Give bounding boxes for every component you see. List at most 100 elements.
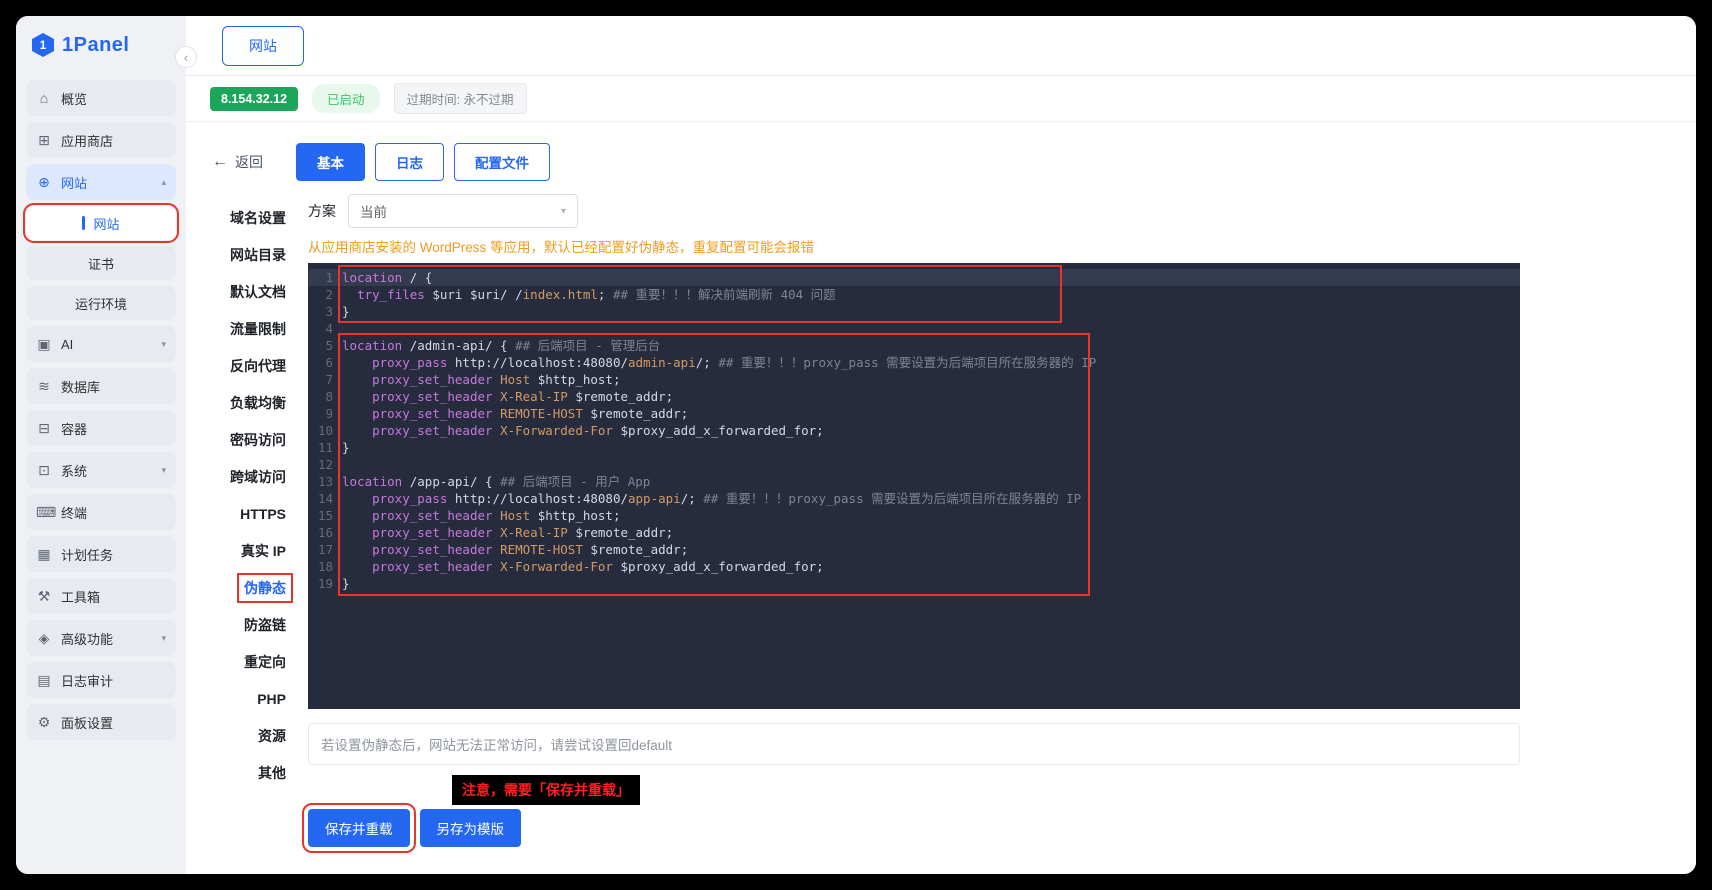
code-text: $remote_addr; xyxy=(568,525,673,540)
line-number: 5 xyxy=(308,337,333,354)
sidebar-item-audit[interactable]: ▤日志审计 xyxy=(26,662,176,698)
view-tab-2[interactable]: 配置文件 xyxy=(454,143,550,181)
code-text: Host xyxy=(500,372,530,387)
line-number: 11 xyxy=(308,439,333,456)
rewrite-hint: 若设置伪静态后，网站无法正常访问，请尝试设置回default xyxy=(308,723,1520,765)
code-line: proxy_set_header X-Real-IP $remote_addr; xyxy=(342,524,1520,541)
code-line: } xyxy=(342,303,1520,320)
sidebar-subitem-website-sub[interactable]: 网站 xyxy=(26,206,176,240)
submenu-item-label: 负载均衡 xyxy=(230,395,286,411)
code-keyword: proxy_set_header xyxy=(372,406,492,421)
main-area: 网站 8.154.32.12 已启动 过期时间: 永不过期 ← 返回 基本日志配… xyxy=(186,16,1696,874)
sidebar-item-label: 工具箱 xyxy=(61,587,166,606)
sidebar-subitem-label: 证书 xyxy=(88,254,114,273)
save-reload-annotation-note: 注意，需要「保存并重载」 xyxy=(452,775,640,805)
submenu-item-label: 网站目录 xyxy=(230,247,286,263)
code-editor[interactable]: 12345678910111213141516171819 location /… xyxy=(308,263,1520,709)
submenu-item-5[interactable]: 负载均衡 xyxy=(212,395,286,411)
code-text: /app-api/ { xyxy=(402,474,500,489)
sidebar-item-app-store[interactable]: ⊞应用商店 xyxy=(26,122,176,158)
code-text: $remote_addr; xyxy=(583,406,688,421)
code-text xyxy=(493,508,501,523)
submenu-item-9[interactable]: 真实 IP xyxy=(212,543,286,559)
submenu-item-3[interactable]: 流量限制 xyxy=(212,321,286,337)
sidebar-item-ai[interactable]: ▣AI▾ xyxy=(26,326,176,362)
code-text xyxy=(342,406,372,421)
code-keyword: proxy_set_header xyxy=(372,542,492,557)
submenu-item-12[interactable]: 重定向 xyxy=(212,654,286,670)
sidebar-item-advanced[interactable]: ◈高级功能▾ xyxy=(26,620,176,656)
code-line: proxy_set_header Host $http_host; xyxy=(342,507,1520,524)
sidebar-subitem-cert[interactable]: 证书 xyxy=(26,246,176,280)
code-text: $remote_addr; xyxy=(568,389,673,404)
code-text xyxy=(342,508,372,523)
code-line: proxy_pass http://localhost:48080/app-ap… xyxy=(342,490,1520,507)
sidebar-item-terminal[interactable]: ⌨终端 xyxy=(26,494,176,530)
code-text: REMOTE-HOST xyxy=(500,406,583,421)
submenu-item-0[interactable]: 域名设置 xyxy=(212,210,286,226)
submenu-item-7[interactable]: 跨域访问 xyxy=(212,469,286,485)
sidebar: 1 1Panel ⌂概览 ⊞应用商店 ⊕网站▴ 网站证书运行环境 ▣AI▾ ≋数据库 ⊟容器… xyxy=(16,16,186,874)
settings-submenu: 域名设置网站目录默认文档流量限制反向代理负载均衡密码访问跨域访问 HTTPS 真实 … xyxy=(212,194,286,855)
code-keyword: location xyxy=(342,338,402,353)
content-header: ← 返回 基本日志配置文件 xyxy=(212,144,1520,180)
database-icon: ≋ xyxy=(36,378,52,395)
submenu-item-11[interactable]: 防盗链 xyxy=(212,617,286,633)
rewrite-panel: 方案 当前 ▾ 从应用商店安装的 WordPress 等应用，默认已经配置好伪静… xyxy=(308,194,1520,855)
view-tabs: 基本日志配置文件 xyxy=(296,143,550,181)
code-text xyxy=(493,423,501,438)
sidebar-item-cron[interactable]: ▦计划任务 xyxy=(26,536,176,572)
chevron-down-icon: ▾ xyxy=(161,633,166,644)
scheme-select[interactable]: 当前 ▾ xyxy=(348,194,578,228)
logo: 1 1Panel xyxy=(16,16,186,74)
code-text xyxy=(342,423,372,438)
ai-icon: ▣ xyxy=(36,336,52,353)
code-line: location /admin-api/ { ## 后端项目 - 管理后台 xyxy=(342,337,1520,354)
sidebar-collapse-button[interactable]: ‹ xyxy=(175,46,197,68)
code-text: } xyxy=(342,440,350,455)
view-tab-1[interactable]: 日志 xyxy=(375,143,444,181)
sidebar-item-system[interactable]: ⊡系统▾ xyxy=(26,452,176,488)
line-number: 7 xyxy=(308,371,333,388)
sidebar-item-container[interactable]: ⊟容器 xyxy=(26,410,176,446)
code-text xyxy=(342,542,372,557)
sidebar-subitem-runtime[interactable]: 运行环境 xyxy=(26,286,176,320)
sidebar-item-toolbox[interactable]: ⚒工具箱 xyxy=(26,578,176,614)
sidebar-nav: ⌂概览 ⊞应用商店 ⊕网站▴ 网站证书运行环境 ▣AI▾ ≋数据库 ⊟容器 ⊡系统▾ ⌨终端 ▦计… xyxy=(16,80,186,740)
code-text: ; xyxy=(598,287,613,302)
code-text xyxy=(493,406,501,421)
line-number: 12 xyxy=(308,456,333,473)
logo-text: 1Panel xyxy=(62,34,129,57)
site-status-row: 8.154.32.12 已启动 过期时间: 永不过期 xyxy=(186,76,1696,122)
submenu-item-15[interactable]: 其他 xyxy=(212,765,286,781)
save-and-reload-button[interactable]: 保存并重载 xyxy=(308,809,410,847)
sidebar-item-settings[interactable]: ⚙面板设置 xyxy=(26,704,176,740)
sidebar-item-label: 日志审计 xyxy=(61,671,166,690)
back-button[interactable]: ← 返回 xyxy=(212,152,282,172)
submenu-item-13[interactable]: PHP xyxy=(212,691,286,707)
submenu-item-2[interactable]: 默认文档 xyxy=(212,284,286,300)
view-tab-0[interactable]: 基本 xyxy=(296,143,365,181)
submenu-item-14[interactable]: 资源 xyxy=(212,728,286,744)
code-line: proxy_pass http://localhost:48080/admin-… xyxy=(342,354,1520,371)
top-tab-website[interactable]: 网站 xyxy=(222,26,304,66)
submenu-item-4[interactable]: 反向代理 xyxy=(212,358,286,374)
submenu-item-10[interactable]: 伪静态 xyxy=(212,580,286,596)
save-as-template-button[interactable]: 另存为模版 xyxy=(420,809,522,847)
line-number-gutter: 12345678910111213141516171819 xyxy=(308,269,342,709)
sidebar-item-overview[interactable]: ⌂概览 xyxy=(26,80,176,116)
sidebar-item-website[interactable]: ⊕网站▴ xyxy=(26,164,176,200)
line-number: 14 xyxy=(308,490,333,507)
code-text: /; xyxy=(681,491,704,506)
submenu-item-label: HTTPS xyxy=(240,506,286,522)
line-number: 8 xyxy=(308,388,333,405)
sidebar-item-label: 概览 xyxy=(61,89,166,108)
code-text: $http_host; xyxy=(530,372,620,387)
code-text xyxy=(342,287,357,302)
submenu-item-1[interactable]: 网站目录 xyxy=(212,247,286,263)
submenu-item-8[interactable]: HTTPS xyxy=(212,506,286,522)
back-label: 返回 xyxy=(235,152,263,172)
sidebar-item-database[interactable]: ≋数据库 xyxy=(26,368,176,404)
submenu-item-6[interactable]: 密码访问 xyxy=(212,432,286,448)
code-text: $uri $uri/ / xyxy=(425,287,523,302)
